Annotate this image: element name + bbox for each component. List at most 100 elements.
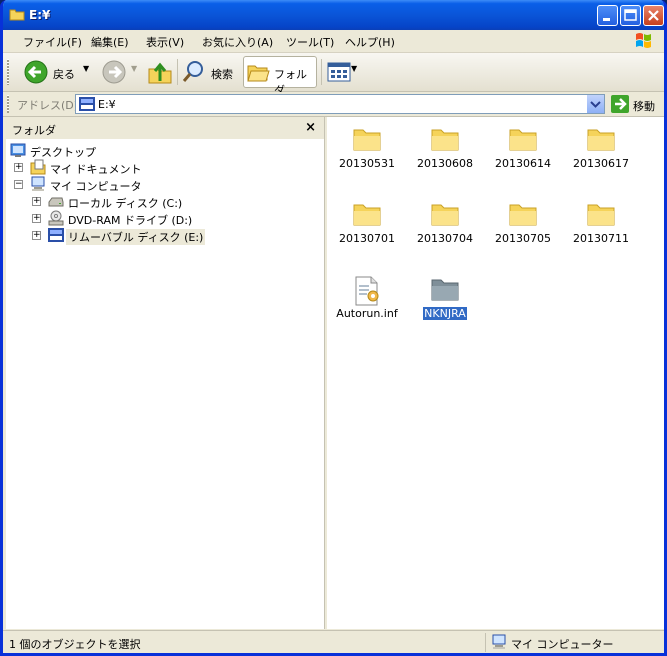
folder-item[interactable]: 20130711 (563, 192, 639, 264)
forward-dropdown-icon[interactable]: ▼ (131, 64, 137, 73)
inf-file-icon (355, 276, 379, 306)
selection-highlight: NKNJRA (422, 306, 468, 321)
close-button[interactable] (643, 5, 664, 26)
toolbar-separator (177, 59, 178, 85)
folder-pane-close-button[interactable]: × (305, 120, 316, 135)
folder-item[interactable]: 20130608 (407, 117, 483, 189)
file-name: 20130617 (573, 157, 629, 170)
go-button[interactable]: 移動 (611, 95, 661, 113)
back-button[interactable]: 戻る ▼ (21, 56, 95, 88)
folder-icon (353, 204, 381, 226)
removable-disk-icon (48, 228, 64, 242)
my-computer-icon (492, 634, 506, 649)
folder-icon (587, 204, 615, 226)
explorer-window: E:¥ ファイル(F) 編集(E) 表示(V) お気に入り(A) ツール(T) … (0, 0, 667, 656)
status-separator (485, 633, 486, 652)
windows-logo-icon (636, 33, 651, 48)
folder-pane-title: フォルダ (12, 124, 56, 137)
views-button[interactable]: ▼ (325, 56, 359, 88)
back-dropdown-icon[interactable]: ▼ (83, 64, 89, 73)
status-bar: 1 個のオブジェクトを選択 マイ コンピューター (3, 630, 664, 653)
expand-button[interactable]: + (32, 197, 41, 206)
folder-item[interactable]: 20130705 (485, 192, 561, 264)
address-value: E:¥ (98, 98, 116, 111)
file-name: 20130608 (417, 157, 473, 170)
maximize-button[interactable] (620, 5, 641, 26)
menu-tools[interactable]: ツール(T) (286, 34, 334, 50)
address-dropdown-button[interactable] (586, 95, 604, 113)
minimize-icon (603, 18, 610, 21)
address-input[interactable]: E:¥ (75, 94, 605, 114)
removable-disk-icon (79, 97, 95, 111)
tree-item-dvd-drive-d[interactable]: + DVD-RAM ドライブ (D:) (28, 210, 248, 227)
minimize-button[interactable] (597, 5, 618, 26)
file-name: 20130704 (417, 232, 473, 245)
expand-button[interactable]: + (32, 214, 41, 223)
forward-button[interactable]: ▼ (99, 56, 139, 88)
folder-icon (509, 129, 537, 151)
folder-icon (353, 129, 381, 151)
tree-item-removable-disk-e[interactable]: + リムーバブル ディスク (E:) (28, 227, 248, 245)
file-name-selected: NKNJRA (407, 306, 483, 321)
tree-item-local-disk-c[interactable]: + ローカル ディスク (C:) (28, 193, 248, 210)
file-name: Autorun.inf (336, 307, 398, 320)
search-button[interactable]: 検索 (181, 56, 239, 88)
tree-label: デスクトップ (30, 146, 96, 159)
expand-button[interactable]: + (32, 231, 41, 240)
folder-item-selected[interactable]: NKNJRA (407, 267, 483, 339)
folder-tree-pane: フォルダ × デスクトップ + マイ ドキュメント − マイ コンピュータ + (6, 117, 325, 629)
tree-item-desktop[interactable]: デスクトップ (10, 142, 210, 159)
folder-item[interactable]: 20130704 (407, 192, 483, 264)
chevron-down-icon (590, 101, 601, 108)
menu-help[interactable]: ヘルプ(H) (345, 34, 395, 50)
my-documents-icon (30, 159, 46, 175)
address-label: アドレス(D) (17, 99, 79, 112)
tree-label: ローカル ディスク (C:) (68, 197, 183, 210)
status-text: 1 個のオブジェクトを選択 (9, 638, 141, 651)
standard-toolbar: 戻る ▼ ▼ 検索 フォルダ ▼ (3, 53, 664, 97)
toolbar-grip[interactable] (7, 59, 9, 85)
tree-label: マイ コンピュータ (50, 180, 142, 193)
folder-item[interactable]: 20130617 (563, 117, 639, 189)
dvd-drive-icon (48, 210, 64, 226)
file-item[interactable]: Autorun.inf (329, 267, 405, 339)
up-folder-button[interactable] (145, 56, 175, 88)
my-computer-icon (31, 176, 45, 191)
back-label: 戻る (53, 68, 75, 81)
file-name: 20130711 (573, 232, 629, 245)
menu-favorites[interactable]: お気に入り(A) (202, 34, 273, 50)
folders-button[interactable]: フォルダ (243, 56, 317, 97)
folder-icon (587, 129, 615, 151)
menu-file[interactable]: ファイル(F) (23, 34, 82, 50)
expand-button[interactable]: + (14, 163, 23, 172)
folder-item[interactable]: 20130701 (329, 192, 405, 264)
forward-arrow-icon (102, 60, 126, 84)
search-label: 検索 (211, 68, 233, 81)
tree-item-my-computer[interactable]: − マイ コンピュータ (10, 176, 230, 193)
title-bar[interactable]: E:¥ (3, 0, 664, 30)
views-dropdown-icon[interactable]: ▼ (351, 64, 357, 73)
close-icon (648, 10, 659, 21)
file-name: 20130701 (339, 232, 395, 245)
local-disk-icon (48, 197, 64, 207)
back-arrow-icon (24, 60, 48, 84)
menu-bar: ファイル(F) 編集(E) 表示(V) お気に入り(A) ツール(T) ヘルプ(… (3, 30, 664, 53)
address-grip[interactable] (7, 95, 9, 113)
views-icon (327, 62, 351, 82)
folder-item[interactable]: 20130614 (485, 117, 561, 189)
collapse-button[interactable]: − (14, 180, 23, 189)
menu-edit[interactable]: 編集(E) (91, 34, 129, 50)
folder-icon (509, 204, 537, 226)
tree-item-my-documents[interactable]: + マイ ドキュメント (10, 159, 230, 176)
file-name: 20130531 (339, 157, 395, 170)
file-list-pane: 20130531 20130608 20130614 20130617 2013… (327, 117, 664, 629)
tree-label: マイ ドキュメント (50, 163, 142, 176)
status-location: マイ コンピューター (511, 638, 614, 651)
go-arrow-icon (611, 95, 629, 113)
tree-label-selected: リムーバブル ディスク (E:) (66, 229, 206, 245)
folder-item[interactable]: 20130531 (329, 117, 405, 189)
folder-icon (431, 279, 459, 301)
file-name: 20130705 (495, 232, 551, 245)
menu-view[interactable]: 表示(V) (146, 34, 184, 50)
folder-icon (431, 204, 459, 226)
